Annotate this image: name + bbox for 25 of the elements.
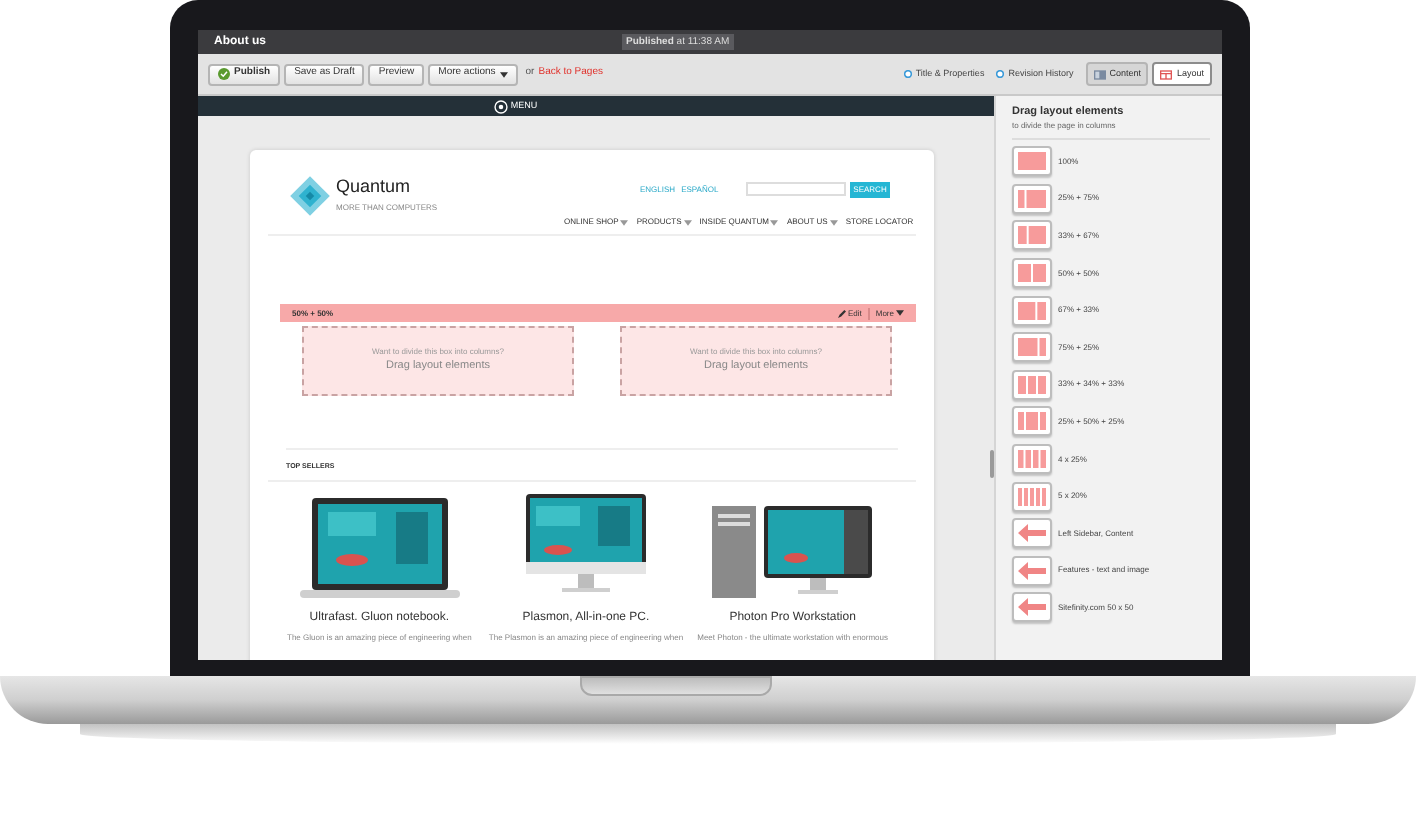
- content-icon: [1093, 69, 1106, 79]
- arrow-icon: [1018, 598, 1046, 617]
- columns-icon: [1018, 450, 1046, 468]
- columns-icon: [1018, 412, 1046, 431]
- columns-icon: [1018, 487, 1046, 506]
- columns-icon: [1018, 375, 1046, 394]
- columns-icon: [1018, 338, 1046, 357]
- layout-icon: [1160, 69, 1173, 79]
- check-icon: [218, 68, 230, 80]
- radio-icon: [996, 70, 1005, 78]
- caret-icon: [499, 71, 508, 77]
- arrow-icon: [1018, 561, 1046, 580]
- scrollbar-handle: [990, 450, 994, 478]
- arrow-icon: [1018, 524, 1046, 543]
- columns-icon: [1018, 189, 1046, 208]
- caret-icon: [896, 310, 904, 316]
- menu-icon: [494, 99, 509, 113]
- search-field[interactable]: [746, 182, 846, 196]
- pencil-icon: [837, 309, 846, 317]
- columns-icon: [1018, 152, 1046, 171]
- columns-icon: [1018, 301, 1046, 320]
- site-name: Quantum: [336, 178, 411, 196]
- columns-icon: [1018, 264, 1046, 283]
- columns-icon: [1018, 226, 1046, 245]
- radio-icon: [903, 70, 912, 78]
